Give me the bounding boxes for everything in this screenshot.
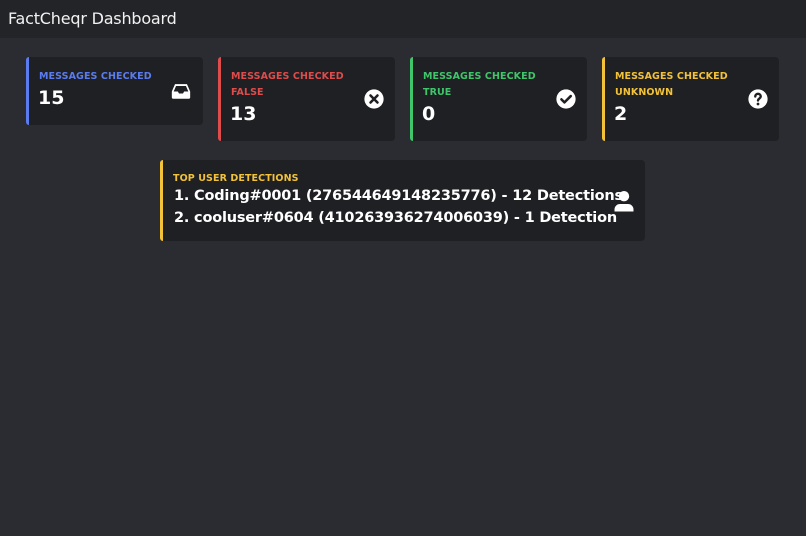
stat-card-messages-true: MESSAGES CHECKED TRUE 0 [410, 57, 587, 141]
stat-card-messages-checked: MESSAGES CHECKED 15 [26, 57, 203, 125]
check-circle-icon [555, 88, 577, 110]
accent-bar [26, 57, 29, 125]
accent-bar [602, 57, 605, 141]
x-circle-icon [363, 88, 385, 110]
stat-value: 13 [230, 103, 257, 125]
stat-label: MESSAGES CHECKED UNKNOWN [615, 71, 728, 98]
top-user-entry: 1. Coding#0001 (276544649148235776) - 12… [174, 188, 623, 204]
stat-card-messages-false: MESSAGES CHECKED FALSE 13 [218, 57, 395, 141]
question-circle-icon [747, 88, 769, 110]
inbox-icon [170, 80, 192, 102]
accent-bar [410, 57, 413, 141]
top-user-entry: 2. cooluser#0604 (410263936274006039) - … [174, 210, 617, 226]
top-user-detections-card: TOP USER DETECTIONS 1. Coding#0001 (2765… [160, 160, 645, 241]
accent-bar [160, 160, 163, 241]
stat-label: MESSAGES CHECKED TRUE [423, 71, 536, 98]
accent-bar [218, 57, 221, 141]
stat-card-messages-unknown: MESSAGES CHECKED UNKNOWN 2 [602, 57, 779, 141]
user-icon [612, 189, 636, 213]
stat-value: 0 [422, 103, 436, 125]
stat-label: MESSAGES CHECKED FALSE [231, 71, 344, 98]
app-title: FactCheqr Dashboard [8, 9, 177, 28]
top-users-label: TOP USER DETECTIONS [173, 173, 299, 184]
stat-value: 2 [614, 103, 628, 125]
stat-label: MESSAGES CHECKED [39, 71, 152, 82]
stat-value: 15 [38, 87, 65, 109]
top-bar: FactCheqr Dashboard [0, 0, 806, 38]
